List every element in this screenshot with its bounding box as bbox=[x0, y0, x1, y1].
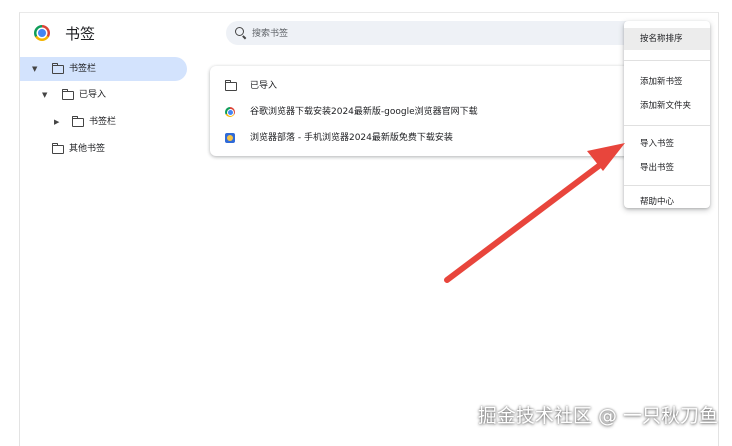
sidebar-item-label: 其他书签 bbox=[69, 144, 106, 154]
menu-divider bbox=[624, 60, 710, 61]
sidebar-item-other-bookmarks[interactable]: 其他书签 bbox=[20, 137, 187, 161]
menu-item-sort-by-name[interactable]: 按名称排序 bbox=[624, 28, 710, 50]
search-input[interactable]: 搜索书签 bbox=[252, 26, 288, 39]
menu-item-help-center[interactable]: 帮助中心 bbox=[624, 191, 710, 213]
list-item[interactable]: 已导入 bbox=[210, 73, 650, 99]
bookmark-list: 已导入 谷歌浏览器下载安装2024最新版-google浏览器官网下载 浏览器部落… bbox=[210, 66, 650, 156]
folder-icon bbox=[71, 116, 84, 127]
header: 书签 搜索书签 bbox=[20, 13, 718, 53]
watermark: 掘金技术社区 @ 一只秋刀鱼 bbox=[477, 405, 718, 427]
menu-item-import-bookmarks[interactable]: 导入书签 bbox=[624, 133, 710, 155]
menu-item-add-bookmark[interactable]: 添加新书签 bbox=[624, 71, 710, 93]
list-item-label: 谷歌浏览器下载安装2024最新版-google浏览器官网下载 bbox=[250, 107, 478, 117]
list-item-label: 已导入 bbox=[250, 81, 278, 91]
list-item-label: 浏览器部落 - 手机浏览器2024最新版免费下载安装 bbox=[250, 133, 453, 143]
chrome-icon bbox=[225, 107, 235, 117]
sidebar-item-label: 已导入 bbox=[79, 90, 107, 100]
sidebar-item-label: 书签栏 bbox=[69, 64, 97, 74]
chrome-logo-icon bbox=[34, 25, 50, 41]
list-item[interactable]: 谷歌浏览器下载安装2024最新版-google浏览器官网下载 bbox=[210, 99, 650, 125]
sidebar-item-imported[interactable]: ▼ 已导入 bbox=[20, 83, 187, 107]
menu-divider bbox=[624, 185, 710, 186]
search-icon bbox=[235, 27, 244, 36]
folder-icon bbox=[61, 89, 74, 100]
site-favicon-icon bbox=[225, 133, 235, 143]
menu-divider bbox=[624, 125, 710, 126]
collapse-arrow-icon[interactable]: ▶ bbox=[54, 110, 59, 134]
folder-icon bbox=[51, 63, 64, 74]
menu-item-add-folder[interactable]: 添加新文件夹 bbox=[624, 95, 710, 117]
menu-item-export-bookmarks[interactable]: 导出书签 bbox=[624, 157, 710, 179]
expand-arrow-icon[interactable]: ▼ bbox=[32, 57, 37, 81]
sidebar-item-label: 书签栏 bbox=[89, 117, 117, 127]
folder-icon bbox=[51, 143, 64, 154]
expand-arrow-icon[interactable]: ▼ bbox=[42, 83, 47, 107]
folder-icon bbox=[224, 80, 237, 91]
sidebar-item-imported-bookmarks-bar[interactable]: ▶ 书签栏 bbox=[20, 110, 187, 134]
page-title: 书签 bbox=[65, 25, 96, 43]
organize-menu: 按名称排序 添加新书签 添加新文件夹 导入书签 导出书签 帮助中心 bbox=[624, 21, 710, 208]
list-item[interactable]: 浏览器部落 - 手机浏览器2024最新版免费下载安装 bbox=[210, 125, 650, 151]
bookmarks-window: 书签 搜索书签 ▼ 书签栏 ▼ 已导入 ▶ 书签栏 其他书签 已导入 谷歌浏览器… bbox=[19, 12, 719, 446]
sidebar-item-bookmarks-bar[interactable]: ▼ 书签栏 bbox=[20, 57, 187, 81]
